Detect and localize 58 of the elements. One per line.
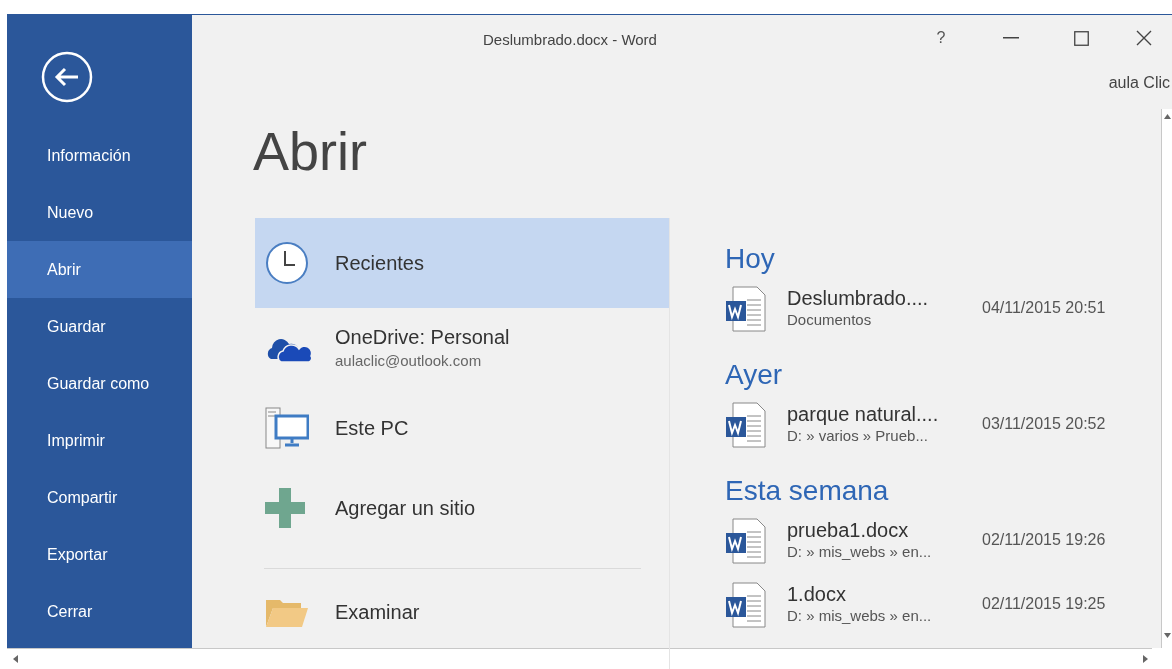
file-location: D: » varios » Prueb... xyxy=(787,426,929,446)
file-location: Documentos xyxy=(787,310,873,330)
word-document-icon xyxy=(725,402,767,448)
recent-file[interactable]: prueba1.docx D: » mis_webs » en... 02/11/2015 19:26 xyxy=(725,508,1125,572)
file-name: prueba1.docx xyxy=(787,518,910,542)
scroll-down-icon xyxy=(1163,633,1171,638)
nav-item[interactable]: Información xyxy=(7,127,192,184)
nav-item[interactable]: Imprimir xyxy=(7,412,192,469)
group-heading: Hoy xyxy=(725,242,776,276)
file-name: 1.docx xyxy=(787,582,847,606)
place-item[interactable]: Recientes xyxy=(255,218,669,308)
nav-item[interactable]: Nuevo xyxy=(7,184,192,241)
computer-icon xyxy=(265,407,309,449)
word-document-icon xyxy=(725,582,767,628)
account-name[interactable]: aula Clic xyxy=(1108,71,1172,95)
place-item[interactable]: Este PC xyxy=(255,388,669,468)
page-title: Abrir xyxy=(253,121,368,181)
place-label: Agregar un sitio xyxy=(335,496,476,521)
nav-item[interactable]: Guardar como xyxy=(7,355,192,412)
file-name: Deslumbrado.... xyxy=(787,286,930,310)
vertical-scrollbar[interactable] xyxy=(1161,109,1172,648)
place-sublabel: aulaclic@outlook.com xyxy=(335,350,483,371)
word-document-icon xyxy=(725,286,767,332)
place-label: OneDrive: Personal xyxy=(335,324,510,350)
place-item[interactable]: Agregar un sitio xyxy=(255,468,669,548)
recent-file[interactable]: 1.docx D: » mis_webs » en... 02/11/2015 19:25 xyxy=(725,572,1125,636)
maximize-icon xyxy=(1073,30,1089,46)
window-title: Deslumbrado.docx - Word xyxy=(483,30,657,50)
close-icon xyxy=(1136,30,1152,46)
group-heading: Ayer xyxy=(725,358,784,392)
place-label: Este PC xyxy=(335,416,409,441)
place-label: Recientes xyxy=(335,251,424,276)
back-button[interactable] xyxy=(41,51,93,103)
recent-file[interactable]: Deslumbrado.... Documentos 04/11/2015 20:51 xyxy=(725,276,1125,340)
word-document-icon xyxy=(725,518,767,564)
nav-item[interactable]: Exportar xyxy=(7,526,192,583)
recent-file[interactable]: parque natural.... D: » varios » Prueb... 03/11/2015 20:52 xyxy=(725,392,1125,456)
plus-icon xyxy=(265,488,305,528)
place-item[interactable]: OneDrive: Personal aulaclic@outlook.com xyxy=(255,308,669,388)
nav-item[interactable]: Guardar xyxy=(7,298,192,355)
scroll-up-icon xyxy=(1163,114,1171,119)
nav-item[interactable]: Compartir xyxy=(7,469,192,526)
scroll-right-icon xyxy=(1143,655,1148,663)
nav-item[interactable]: Abrir xyxy=(7,241,192,298)
group-heading: Esta semana xyxy=(725,474,890,508)
help-button[interactable]: ? xyxy=(906,18,976,58)
file-date: 04/11/2015 20:51 xyxy=(982,298,1106,318)
browse-item[interactable]: Examinar xyxy=(255,569,669,655)
clock-icon xyxy=(265,241,309,285)
file-date: 02/11/2015 19:25 xyxy=(982,594,1106,614)
scroll-left-icon xyxy=(13,655,18,663)
file-date: 03/11/2015 20:52 xyxy=(982,414,1106,434)
file-name: parque natural.... xyxy=(787,402,940,426)
nav-item[interactable]: Cerrar xyxy=(7,583,192,640)
file-location: D: » mis_webs » en... xyxy=(787,606,933,626)
file-date: 02/11/2015 19:26 xyxy=(982,530,1106,550)
minimize-icon xyxy=(1003,37,1019,39)
file-location: D: » mis_webs » en... xyxy=(787,542,933,562)
